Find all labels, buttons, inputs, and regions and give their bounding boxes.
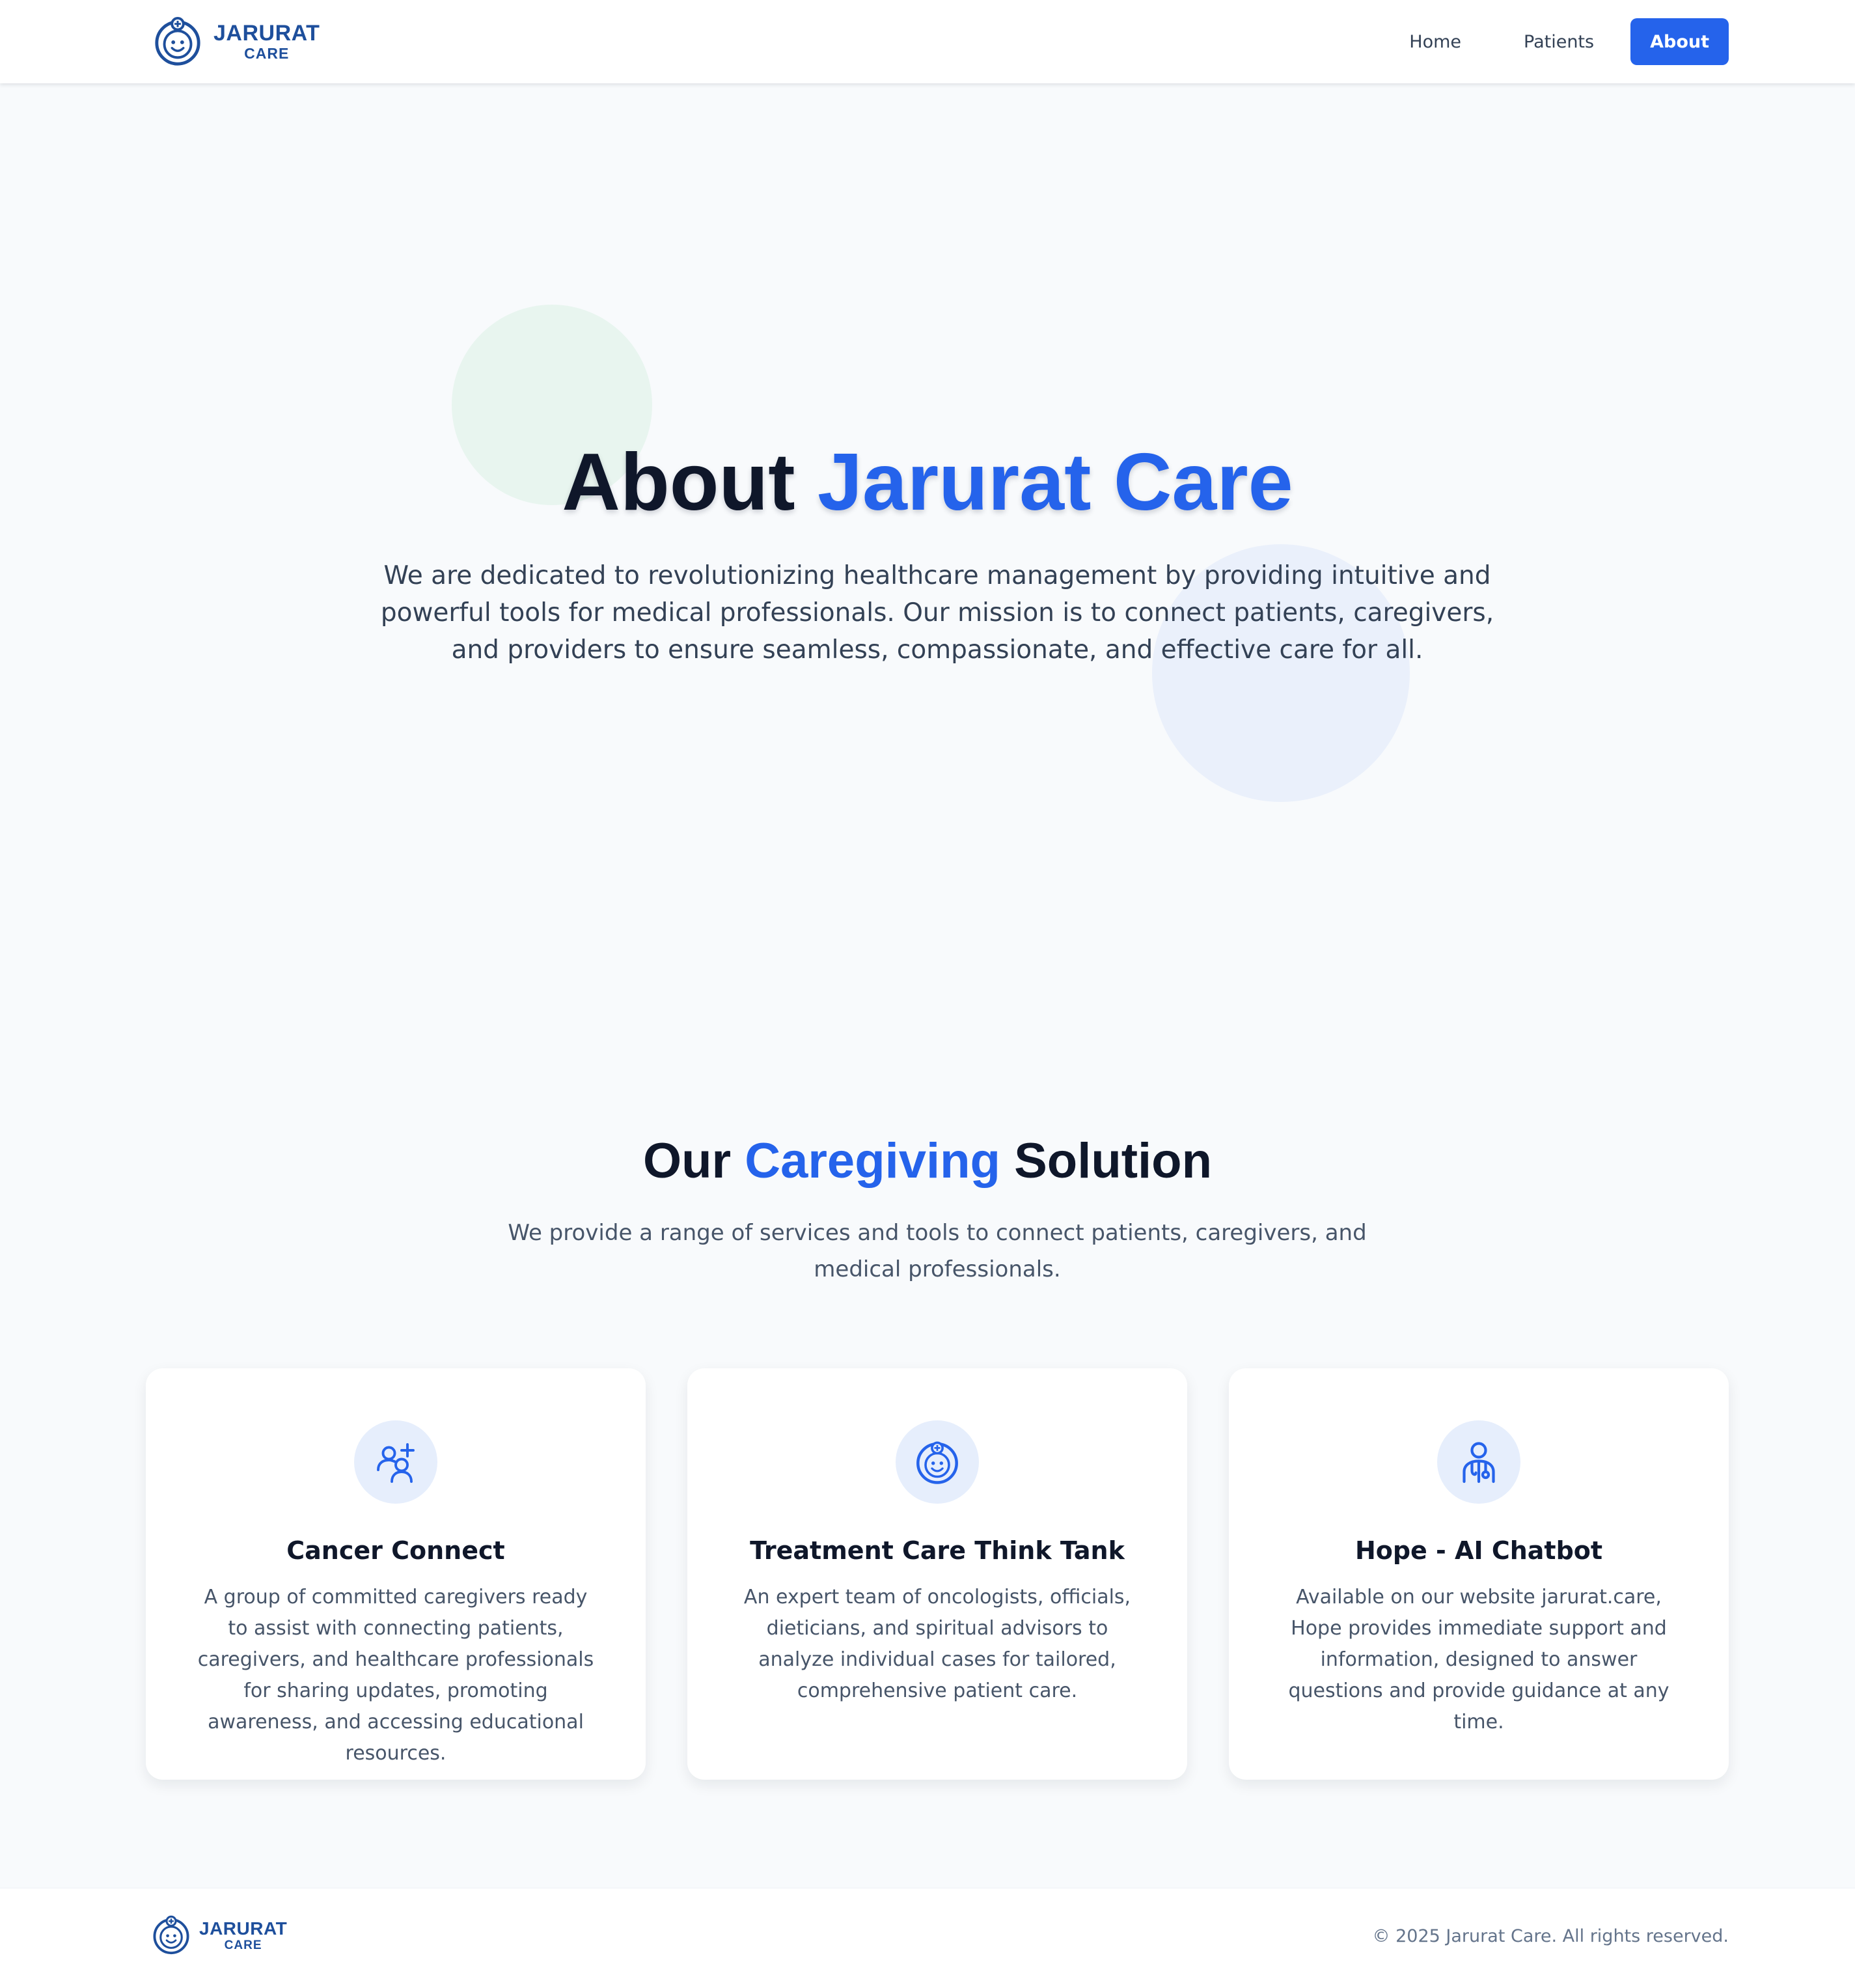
nav-link-home[interactable]: Home xyxy=(1383,18,1487,65)
hero-description: We are dedicated to revolutionizing heal… xyxy=(380,561,1494,665)
card-title: Treatment Care Think Tank xyxy=(750,1536,1125,1565)
user-plus-group-icon xyxy=(377,1443,415,1483)
footer: JARURAT CARE © 2025 Jarurat Care. All ri… xyxy=(0,1888,1855,1988)
brand-logo-link[interactable]: JARURAT CARE xyxy=(152,14,320,69)
card-title: Hope - AI Chatbot xyxy=(1354,1536,1603,1565)
card-description: An expert team of oncologists, officials… xyxy=(743,1586,1131,1702)
doctor-stethoscope-icon xyxy=(1463,1442,1495,1484)
card-title: Cancer Connect xyxy=(286,1536,505,1565)
hero-title-prefix: About xyxy=(562,437,818,527)
brand-name: JARURAT xyxy=(213,21,320,46)
section-title-accent: Caregiving xyxy=(745,1133,1000,1189)
footer-brand-link[interactable]: JARURAT CARE xyxy=(151,1914,287,1956)
service-card-cancer-connect: Cancer Connect A group of committed care… xyxy=(146,1368,646,1780)
brand-subtitle: CARE xyxy=(244,45,290,62)
card-description: Available on our website jarurat.care, H… xyxy=(1288,1586,1670,1733)
footer-brand-name: JARURAT xyxy=(199,1918,288,1939)
footer-brand-subtitle: CARE xyxy=(224,1938,262,1952)
card-icon-badge xyxy=(354,1420,437,1504)
caregiver-face-icon xyxy=(916,1441,958,1484)
nav-link-patients[interactable]: Patients xyxy=(1498,18,1620,65)
hero-title-accent: Jarurat Care xyxy=(817,437,1293,527)
section-title-suffix: Solution xyxy=(1000,1133,1213,1189)
section-title-prefix: Our xyxy=(642,1133,745,1189)
card-icon-badge xyxy=(1437,1420,1520,1504)
hero-title: About Jarurat Care xyxy=(0,436,1855,529)
jarurat-logo-icon xyxy=(155,16,200,66)
nav-link-about[interactable]: About xyxy=(1630,18,1729,65)
navbar: JARURAT CARE Home Patients About xyxy=(0,0,1855,83)
jarurat-logo-icon xyxy=(153,1915,189,1955)
service-card-hope-chatbot: Hope - AI Chatbot Available on our websi… xyxy=(1229,1368,1729,1780)
service-card-think-tank: Treatment Care Think Tank An expert team… xyxy=(687,1368,1187,1780)
copyright-text: © 2025 Jarurat Care. All rights reserved… xyxy=(1372,1926,1729,1946)
section-title: Our Caregiving Solution xyxy=(0,1133,1855,1189)
section-description: We provide a range of services and tools… xyxy=(508,1220,1367,1282)
card-description: A group of committed caregivers ready to… xyxy=(197,1586,594,1765)
card-icon-badge xyxy=(896,1420,979,1504)
main-nav: Home Patients About xyxy=(1383,18,1729,65)
